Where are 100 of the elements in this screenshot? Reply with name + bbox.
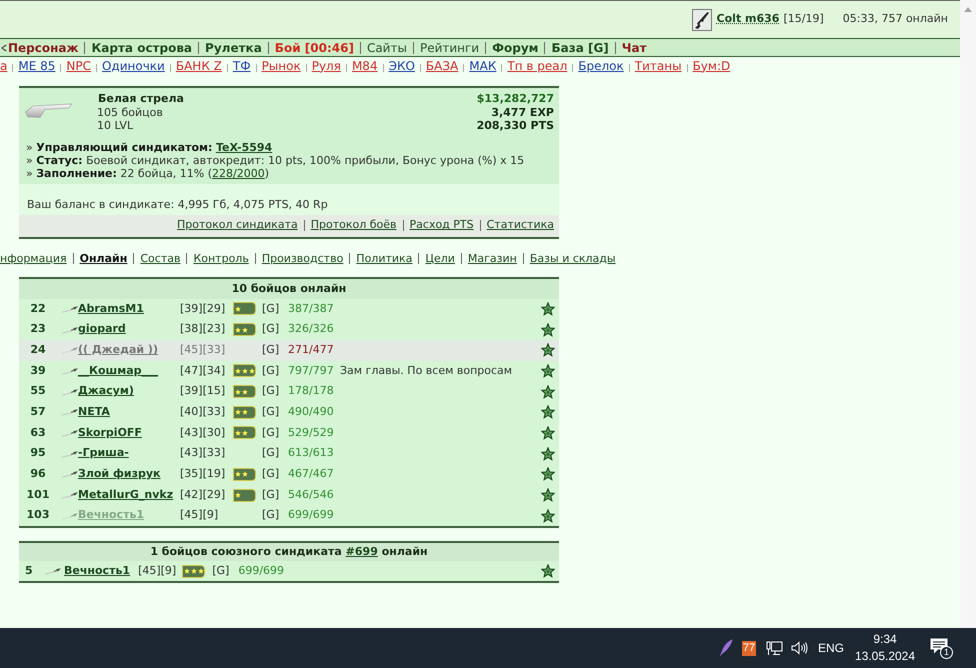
row-number: 96 [29, 466, 47, 482]
language-indicator[interactable]: ENG [818, 639, 844, 657]
player-link[interactable]: Джасум) [78, 383, 180, 400]
health-value: 178/178 [288, 383, 335, 400]
health-value: 699/699 [288, 507, 335, 524]
clan-tag: [G] [262, 300, 288, 318]
player-levels: [38][23] [180, 321, 226, 338]
arrow-icon [62, 366, 78, 375]
health-value: 797/797 [288, 362, 335, 379]
footer-link[interactable]: Статистика [486, 217, 554, 234]
tab[interactable]: Цели [425, 252, 455, 264]
syndicate-link[interactable]: #699 [346, 545, 378, 558]
player-link[interactable]: __Кошмар___ [78, 362, 180, 380]
feather-icon[interactable] [718, 639, 733, 657]
tab[interactable]: Политика [356, 252, 412, 264]
quick-link[interactable]: МАК [469, 56, 496, 74]
table-header: 10 бойцов онлайн [19, 278, 559, 298]
quick-link[interactable]: Титаны [634, 56, 682, 74]
star-icon [541, 322, 555, 337]
quick-link[interactable]: Тп в реал [507, 56, 568, 74]
arrow-icon [62, 408, 78, 416]
player-levels: [47][34] [180, 362, 226, 379]
syndicate-points: 208,330 PTS [476, 119, 554, 132]
footer-link[interactable]: Протокол синдиката [177, 217, 298, 234]
quick-link[interactable]: NPC [66, 56, 91, 74]
manager-link[interactable]: TeX-5594 [216, 140, 272, 154]
nav-link[interactable]: Форум [492, 38, 538, 56]
tab[interactable]: Онлайн [80, 252, 128, 264]
footer-link[interactable]: Протокол боёв [310, 217, 397, 234]
syndicate-name: Белая стрела [98, 92, 184, 106]
nav-link[interactable]: Рулетка [205, 38, 262, 56]
nav-link[interactable]: Карта острова [91, 38, 192, 56]
health-value: 467/467 [288, 466, 335, 482]
quick-link[interactable]: БАЗА [426, 56, 458, 74]
info-line: » Заполнение: 22 бойца, 11% (228/2000) [26, 166, 270, 180]
nav-link[interactable]: Персонаж [8, 38, 78, 56]
member-count: 105 бойцов [97, 106, 164, 119]
nav-link[interactable]: Сайты [366, 38, 407, 56]
quick-link[interactable]: а [0, 56, 8, 74]
row-number: 57 [29, 404, 47, 420]
nav-link[interactable]: База [G] [551, 38, 609, 56]
player-levels: [39][15] [180, 383, 226, 400]
tab[interactable]: Базы и склады [530, 252, 616, 264]
player-link[interactable]: Злой физрук [78, 466, 180, 483]
capacity-link[interactable]: 228/2000 [212, 166, 265, 180]
player-link[interactable]: Вечность1 [64, 562, 130, 580]
player-link[interactable]: SkorpiOFF [78, 424, 180, 442]
player-link[interactable]: giopard [78, 321, 180, 338]
tab[interactable]: Производство [262, 252, 344, 264]
player-link[interactable]: -Гриша- [78, 445, 180, 462]
row-number: 95 [29, 445, 47, 462]
chevron-icon [0, 44, 7, 52]
clock-time[interactable]: 9:34 [873, 631, 897, 648]
star-icon [541, 564, 555, 578]
row-number: 39 [29, 362, 47, 379]
row-number: 5 [24, 562, 34, 579]
quick-link[interactable]: Руля [312, 56, 341, 74]
notification-count: 1 [940, 646, 953, 659]
quick-link[interactable]: ТФ [232, 56, 251, 74]
player-link[interactable]: AbramsM1 [78, 300, 180, 318]
tab[interactable]: нформация [0, 252, 67, 264]
balance-text: Ваш баланс в синдикате: 4,995 Гб, 4,075 PTS, 40 Rp [27, 198, 328, 210]
quick-link[interactable]: Бум:D [692, 56, 730, 74]
star-icon [541, 384, 555, 399]
network-icon[interactable] [766, 640, 783, 656]
footer-link[interactable]: Расход PTS [410, 217, 474, 234]
rifle-icon [692, 8, 712, 30]
clock-date[interactable]: 13.05.2024 [854, 648, 916, 665]
tab[interactable]: Контроль [193, 252, 249, 264]
star-icon [541, 446, 555, 461]
player-link[interactable]: Colt m636 [716, 11, 780, 28]
player-link[interactable]: (( Джедай )) [78, 342, 180, 358]
info-line: » Управляющий синдикатом: TeX-5594 [26, 140, 274, 154]
arrow-icon [62, 388, 78, 396]
nav-link[interactable]: Бой [00:46] [274, 38, 354, 56]
server-status: 05:33, 757 онлайн [842, 11, 948, 28]
quick-link[interactable]: МЕ 85 [18, 56, 56, 74]
health-value: 546/546 [288, 486, 335, 503]
row-number: 23 [29, 321, 47, 338]
quick-link[interactable]: ЭКО [388, 56, 415, 74]
nav-link[interactable]: Рейтинги [420, 38, 480, 56]
quick-link[interactable]: Брелок [578, 56, 624, 74]
player-link[interactable]: NETA [78, 404, 180, 421]
arrow-logo-icon [25, 101, 72, 118]
nav-link[interactable]: Чат [622, 38, 647, 56]
star-icon [541, 467, 555, 482]
volume-icon[interactable] [790, 641, 808, 655]
quick-link[interactable]: БАНК Z [176, 56, 222, 74]
clan-tag: [G] [212, 562, 230, 580]
quick-link[interactable]: М84 [352, 56, 378, 74]
quick-link[interactable]: Одиночки [102, 56, 165, 74]
info-line: » Статус: Боевой синдикат, автокредит: 10 pts, 100% прибыли, Бонус урона (%) x 15 [26, 154, 526, 166]
tab[interactable]: Магазин [468, 252, 517, 264]
tab[interactable]: Состав [140, 252, 180, 264]
arrow-icon [62, 512, 78, 520]
scrollbar-track[interactable] [960, 0, 976, 628]
quick-link[interactable]: Рынок [262, 56, 301, 74]
health-value: 490/490 [288, 404, 335, 420]
player-link[interactable]: MetallurG_nvkz [78, 486, 180, 504]
star-icon [541, 508, 555, 523]
